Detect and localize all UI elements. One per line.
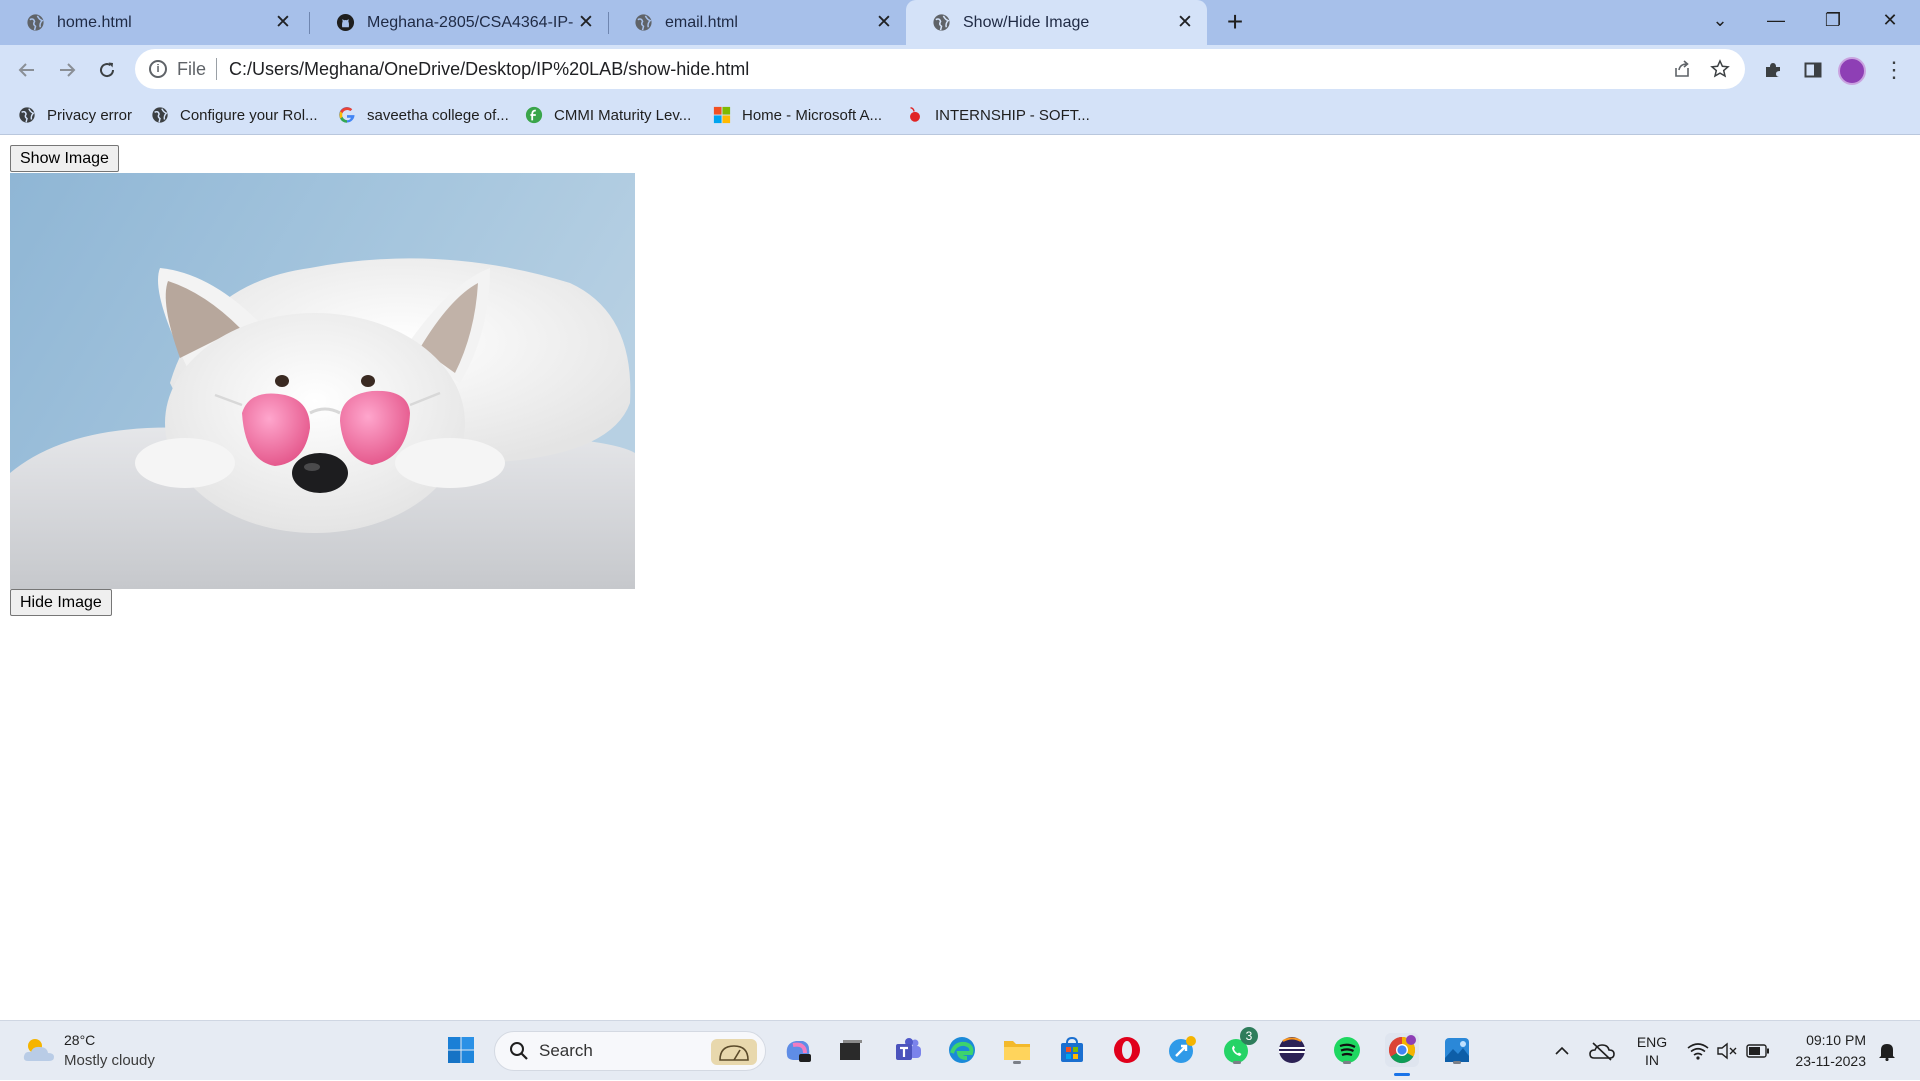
tab-search-dropdown-icon[interactable]: ⌄ [1692, 0, 1748, 40]
page-viewport: Show Image Hide Image [0, 136, 1920, 1020]
running-indicator [1453, 1061, 1461, 1064]
file-explorer-icon[interactable] [1000, 1033, 1034, 1067]
microsoft-store-icon[interactable] [1055, 1033, 1089, 1067]
globe-icon [932, 13, 951, 32]
weather-description: Mostly cloudy [64, 1052, 155, 1069]
tab-show-hide-image[interactable]: Show/Hide Image ✕ [906, 0, 1207, 45]
bookmark-privacy-error[interactable]: Privacy error [18, 102, 132, 128]
bookmark-label: CMMI Maturity Lev... [554, 106, 692, 124]
windows-start-icon[interactable] [444, 1033, 478, 1067]
edge-icon[interactable] [945, 1033, 979, 1067]
onedrive-offline-icon[interactable] [1586, 1021, 1618, 1081]
tab-strip: home.html ✕ Meghana-2805/CSA4364-IP-LAB … [0, 0, 1920, 45]
new-tab-button[interactable]: + [1219, 6, 1251, 38]
globe-icon [634, 13, 653, 32]
quick-assist-icon[interactable] [1165, 1033, 1199, 1067]
running-indicator [1013, 1061, 1021, 1064]
copilot-icon[interactable] [781, 1033, 815, 1067]
bookmark-internship[interactable]: INTERNSHIP - SOFT... [906, 102, 1090, 128]
eclipse-icon[interactable] [1275, 1033, 1309, 1067]
omnibox-divider [216, 58, 218, 80]
close-window-icon[interactable]: ✕ [1862, 0, 1918, 40]
bookmark-microsoft[interactable]: Home - Microsoft A... [713, 102, 882, 128]
clock-date[interactable]: 23-11-2023 [1795, 1053, 1866, 1069]
restore-icon[interactable]: ❐ [1805, 0, 1861, 40]
opera-icon[interactable] [1110, 1033, 1144, 1067]
search-label: Search [539, 1041, 593, 1060]
tab-title: home.html [57, 13, 132, 31]
profile-avatar[interactable] [1838, 57, 1866, 85]
globe-icon [18, 106, 36, 124]
windows-taskbar: 28°C Mostly cloudy Search 3 ENG IN 09:10… [0, 1020, 1920, 1080]
url-text[interactable]: C:/Users/Meghana/OneDrive/Desktop/IP%20L… [229, 59, 1663, 80]
minimize-icon[interactable]: — [1748, 0, 1804, 40]
bookmark-cmmi[interactable]: CMMI Maturity Lev... [525, 102, 691, 128]
back-arrow-icon[interactable] [10, 53, 44, 87]
hide-image-button[interactable]: Hide Image [10, 589, 112, 616]
site-info-icon[interactable]: i [149, 60, 167, 78]
teams-icon[interactable] [891, 1033, 925, 1067]
whatsapp-icon[interactable]: 3 [1220, 1027, 1258, 1067]
photos-icon[interactable] [1440, 1033, 1474, 1067]
running-indicator [1233, 1061, 1241, 1064]
scheme-label: File [177, 58, 207, 79]
bookmark-star-icon[interactable] [1701, 50, 1739, 88]
chevron-up-icon[interactable] [1548, 1021, 1576, 1081]
extensions-puzzle-icon[interactable] [1756, 53, 1790, 87]
tab-github[interactable]: Meghana-2805/CSA4364-IP-LAB ✕ [310, 0, 608, 45]
task-view-icon[interactable] [834, 1033, 868, 1067]
reload-icon[interactable] [90, 53, 124, 87]
tab-home[interactable]: home.html ✕ [0, 0, 305, 45]
share-icon[interactable] [1663, 50, 1701, 88]
volume-muted-icon[interactable] [1714, 1021, 1740, 1081]
tab-title: Meghana-2805/CSA4364-IP-LAB [367, 13, 574, 31]
language-code: ENG [1636, 1034, 1668, 1050]
bookmark-saveetha[interactable]: saveetha college of... [338, 102, 509, 128]
search-icon [509, 1041, 529, 1061]
weather-temperature: 28°C [64, 1032, 96, 1048]
running-indicator [1343, 1061, 1351, 1064]
search-highlight-icon [711, 1039, 757, 1065]
bookmarks-bar: Privacy error Configure your Rol... save… [0, 94, 1920, 135]
cmmi-icon [525, 106, 543, 124]
bookmark-label: INTERNSHIP - SOFT... [935, 106, 1090, 124]
close-tab-icon[interactable]: ✕ [1173, 11, 1197, 35]
wifi-icon[interactable] [1684, 1021, 1712, 1081]
whatsapp-badge: 3 [1240, 1027, 1258, 1045]
bookmark-label: Home - Microsoft A... [742, 106, 883, 124]
notification-bell-icon[interactable] [1872, 1021, 1902, 1081]
close-tab-icon[interactable]: ✕ [872, 11, 896, 35]
close-tab-icon[interactable]: ✕ [271, 11, 295, 35]
tab-title: email.html [665, 13, 738, 31]
bookmark-label: saveetha college of... [367, 106, 509, 124]
tab-email[interactable]: email.html ✕ [608, 0, 906, 45]
input-language-indicator[interactable]: ENG IN [1630, 1021, 1674, 1081]
chrome-icon[interactable] [1385, 1033, 1419, 1076]
active-indicator [1394, 1073, 1410, 1076]
internship-icon [906, 106, 924, 124]
google-icon [338, 106, 356, 124]
tab-title: Show/Hide Image [963, 13, 1090, 31]
address-bar[interactable]: i File C:/Users/Meghana/OneDrive/Desktop… [135, 49, 1745, 89]
bookmark-label: Privacy error [47, 106, 133, 124]
clock-time[interactable]: 09:10 PM [1806, 1032, 1866, 1048]
taskbar-search-box[interactable]: Search [494, 1031, 766, 1071]
bookmark-configure-role[interactable]: Configure your Rol... [151, 102, 318, 128]
microsoft-icon [713, 106, 731, 124]
browser-toolbar: i File C:/Users/Meghana/OneDrive/Desktop… [0, 45, 1920, 94]
spotify-icon[interactable] [1330, 1033, 1364, 1067]
github-icon [336, 13, 355, 32]
close-tab-icon[interactable]: ✕ [574, 11, 598, 35]
side-panel-icon[interactable] [1796, 53, 1830, 87]
show-image-button[interactable]: Show Image [10, 145, 119, 172]
bookmark-label: Configure your Rol... [180, 106, 318, 124]
forward-arrow-icon[interactable] [50, 53, 84, 87]
globe-icon [151, 106, 169, 124]
globe-icon [26, 13, 45, 32]
more-menu-icon[interactable]: ⋮ [1877, 53, 1911, 87]
weather-cloudy-icon[interactable] [22, 1035, 56, 1065]
dog-image [10, 173, 635, 589]
battery-icon[interactable] [1744, 1021, 1772, 1081]
region-code: IN [1645, 1052, 1659, 1068]
